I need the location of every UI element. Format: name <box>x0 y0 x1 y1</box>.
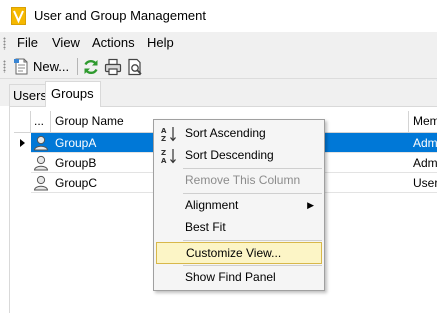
menubar-grip-icon[interactable] <box>3 37 6 50</box>
menu-help[interactable]: Help <box>146 35 175 50</box>
row-indicator <box>14 173 31 193</box>
members-cell: User2 <box>409 173 437 193</box>
refresh-button[interactable] <box>82 57 100 76</box>
svg-text:A: A <box>161 127 167 135</box>
refresh-icon <box>84 59 98 74</box>
toolbar-grip-icon[interactable] <box>3 60 6 73</box>
menu-item-alignment[interactable]: Alignment ▶ <box>156 195 322 217</box>
print-preview-icon <box>128 58 142 75</box>
column-header-members[interactable]: Memb <box>409 111 437 133</box>
current-row-arrow-icon <box>20 139 25 147</box>
group-icon-cell <box>31 153 51 173</box>
menu-separator <box>183 193 322 194</box>
row-indicator <box>14 133 31 153</box>
menu-item-sort-descending[interactable]: Z A Sort Descending <box>156 145 322 167</box>
menu-view[interactable]: View <box>51 35 81 50</box>
customize-view-label: Customize View... <box>186 246 282 260</box>
menu-item-best-fit[interactable]: Best Fit <box>156 217 322 239</box>
column-context-menu: A Z Sort Ascending Z A Sort Descending R… <box>153 119 325 291</box>
toolbar: New... <box>0 54 437 79</box>
svg-text:Z: Z <box>161 149 166 157</box>
tab-groups[interactable]: Groups <box>45 81 101 107</box>
app-icon <box>11 7 26 25</box>
group-icon <box>33 155 49 171</box>
window-title: User and Group Management <box>34 8 206 23</box>
sort-descending-label: Sort Descending <box>185 148 274 162</box>
show-find-panel-label: Show Find Panel <box>185 270 276 284</box>
row-indicator-header <box>14 111 31 133</box>
menu-file[interactable]: File <box>16 35 39 50</box>
print-icon <box>104 58 122 75</box>
alignment-label: Alignment <box>185 198 239 212</box>
remove-column-label: Remove This Column <box>185 173 301 187</box>
svg-text:A: A <box>161 157 167 165</box>
new-button-label: New... <box>33 59 70 74</box>
members-cell: Admin <box>409 153 437 173</box>
group-icon-cell <box>31 173 51 193</box>
title-bar: User and Group Management <box>0 0 437 32</box>
sort-ascending-icon: A Z <box>161 127 176 143</box>
print-button[interactable] <box>104 57 122 76</box>
svg-text:Z: Z <box>161 135 166 143</box>
members-cell: Admin <box>409 133 437 153</box>
group-icon-cell <box>31 133 51 153</box>
menu-separator <box>183 240 322 241</box>
menu-separator <box>183 265 322 266</box>
menu-item-sort-ascending[interactable]: A Z Sort Ascending <box>156 123 322 145</box>
menu-bar: File View Actions Help <box>0 32 437 54</box>
menu-item-customize-view[interactable]: Customize View... <box>156 242 322 264</box>
menu-item-show-find-panel[interactable]: Show Find Panel <box>156 267 322 289</box>
best-fit-label: Best Fit <box>185 220 226 234</box>
sort-descending-icon: Z A <box>161 149 176 165</box>
toolbar-separator <box>77 58 78 75</box>
group-icon <box>33 175 49 191</box>
new-button[interactable]: New... <box>13 57 69 76</box>
column-header-ellipsis[interactable]: ... <box>31 111 51 133</box>
group-icon <box>33 135 49 151</box>
menu-item-remove-column[interactable]: Remove This Column <box>156 170 322 192</box>
submenu-arrow-icon: ▶ <box>307 200 314 210</box>
row-indicator <box>14 153 31 173</box>
sort-ascending-label: Sort Ascending <box>185 126 266 140</box>
new-document-icon <box>14 58 28 75</box>
menu-separator <box>183 168 322 169</box>
menu-actions[interactable]: Actions <box>91 35 136 50</box>
print-preview-button[interactable] <box>126 57 144 76</box>
